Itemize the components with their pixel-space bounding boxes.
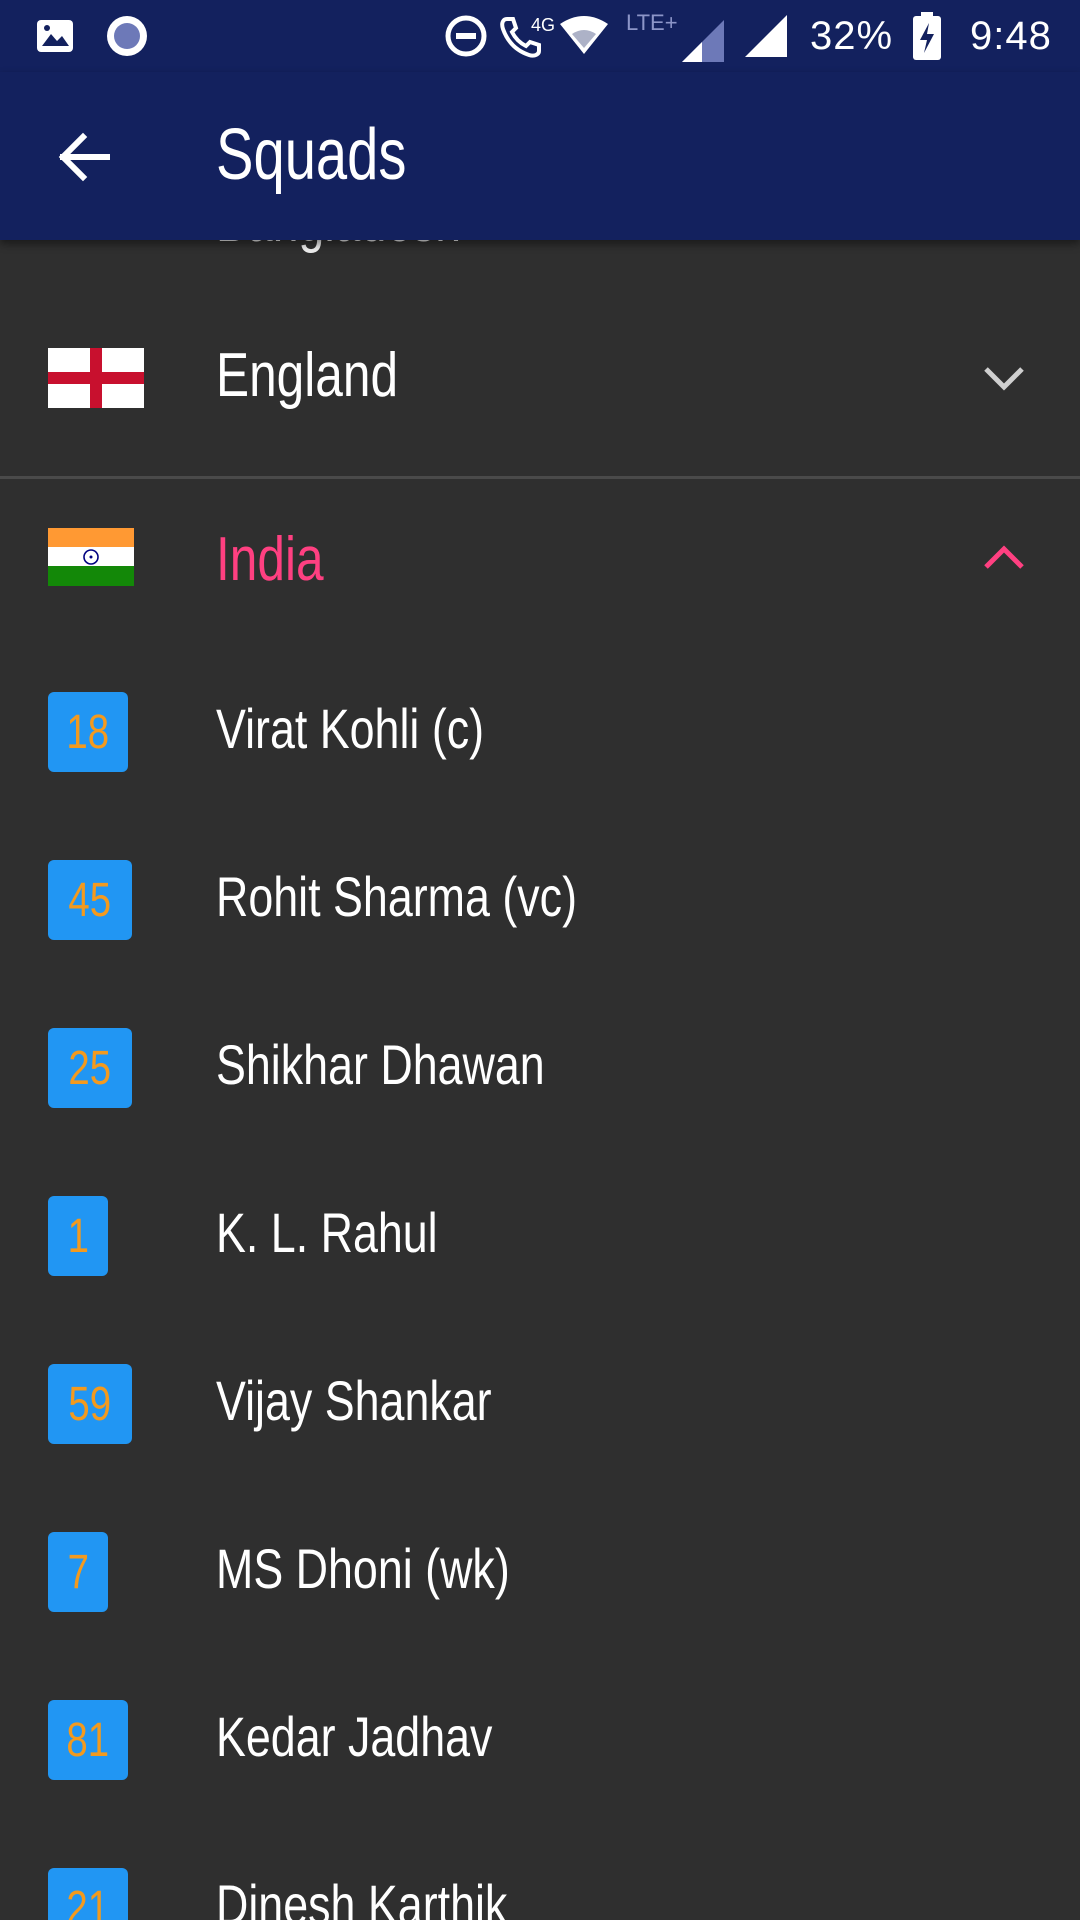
page-title: Squads — [216, 115, 407, 195]
player-row[interactable]: 1 K. L. Rahul — [0, 1152, 1080, 1320]
image-notification-icon — [30, 0, 80, 72]
cell-signal-icon — [742, 0, 790, 72]
arrow-back-icon — [58, 132, 110, 182]
team-name-india: India — [216, 525, 324, 594]
squads-list[interactable]: Bangladesh England India — [0, 240, 1080, 1920]
player-name: Kedar Jadhav — [216, 1705, 493, 1768]
player-name: K. L. Rahul — [216, 1201, 438, 1264]
jersey-number-badge: 18 — [48, 692, 128, 772]
network-type-label: 4G — [531, 15, 555, 35]
clock: 9:48 — [970, 13, 1052, 58]
player-row[interactable]: 81 Kedar Jadhav — [0, 1656, 1080, 1824]
player-row[interactable]: 7 MS Dhoni (wk) — [0, 1488, 1080, 1656]
battery-charging-icon — [910, 0, 944, 72]
jersey-number-badge: 1 — [48, 1196, 108, 1276]
team-row-england[interactable]: England — [0, 296, 1080, 464]
jersey-number-badge: 59 — [48, 1364, 132, 1444]
jersey-number-badge: 25 — [48, 1028, 132, 1108]
app-bar: Squads — [0, 72, 1080, 240]
back-button[interactable] — [40, 112, 130, 202]
wifi-icon — [558, 0, 610, 72]
status-bar: 4G LTE+ 32% 9:48 — [0, 0, 1080, 72]
player-name: Virat Kohli (c) — [216, 697, 485, 760]
do-not-disturb-icon — [442, 0, 490, 72]
team-name-partial: Bangladesh — [216, 240, 461, 255]
player-row[interactable]: 18 Virat Kohli (c) — [0, 648, 1080, 816]
player-name: Shikhar Dhawan — [216, 1033, 545, 1096]
team-name-england: England — [216, 341, 399, 410]
team-divider — [0, 476, 1080, 479]
player-row[interactable]: 45 Rohit Sharma (vc) — [0, 816, 1080, 984]
lte-label: LTE+ — [626, 10, 678, 35]
player-name: Vijay Shankar — [216, 1369, 492, 1432]
team-row-india[interactable]: India — [0, 480, 1080, 648]
player-name: Dinesh Karthik — [216, 1873, 508, 1920]
jersey-number-badge: 21 — [48, 1868, 128, 1920]
jersey-number-badge: 7 — [48, 1532, 108, 1612]
player-row[interactable]: 21 Dinesh Karthik — [0, 1824, 1080, 1920]
jersey-number-badge: 81 — [48, 1700, 128, 1780]
volte-call-icon: 4G — [498, 0, 558, 72]
player-name: Rohit Sharma (vc) — [216, 865, 577, 928]
player-row[interactable]: 25 Shikhar Dhawan — [0, 984, 1080, 1152]
chevron-down-icon[interactable] — [968, 342, 1040, 414]
record-notification-icon — [102, 0, 152, 72]
chevron-up-icon[interactable] — [968, 522, 1040, 594]
jersey-number-badge: 45 — [48, 860, 132, 940]
player-row[interactable]: 59 Vijay Shankar — [0, 1320, 1080, 1488]
india-flag-icon — [48, 528, 134, 586]
england-flag-icon — [48, 348, 144, 408]
player-name: MS Dhoni (wk) — [216, 1537, 510, 1600]
battery-percent: 32% — [810, 13, 894, 58]
lte-signal-icon: LTE+ — [622, 0, 728, 72]
